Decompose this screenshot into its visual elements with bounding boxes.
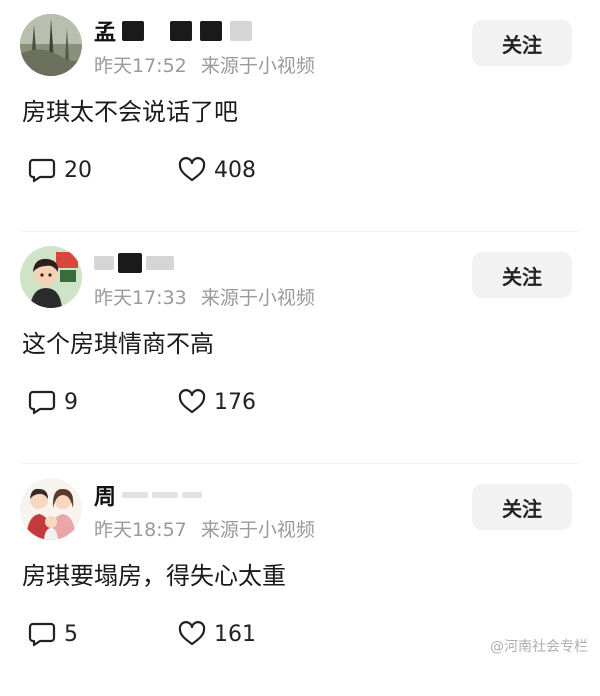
post-time: 昨天17:33 xyxy=(94,287,187,309)
user-name[interactable] xyxy=(94,248,174,278)
comment-action[interactable]: 5 xyxy=(28,620,178,648)
like-count: 176 xyxy=(214,389,256,415)
name-redaction xyxy=(170,21,193,41)
post-source: 来源于小视频 xyxy=(200,55,315,77)
name-redaction xyxy=(200,21,223,41)
comment-text: 这个房琪情商不高 xyxy=(22,330,214,358)
user-name-text: 孟 xyxy=(94,21,117,46)
follow-button[interactable]: 关注 xyxy=(472,252,572,298)
post-time: 昨天18:57 xyxy=(94,519,187,541)
name-redaction xyxy=(146,256,174,270)
comment-action[interactable]: 9 xyxy=(28,388,178,416)
name-redaction xyxy=(122,21,145,41)
comment-text: 房琪太不会说话了吧 xyxy=(22,98,238,126)
like-action[interactable]: 161 xyxy=(178,620,256,648)
watermark: @河南社会专栏 xyxy=(490,639,588,655)
name-redaction xyxy=(230,21,253,41)
comment-bubble-icon xyxy=(28,622,56,647)
like-action[interactable]: 176 xyxy=(178,388,256,416)
post-meta: 昨天17:33 来源于小视频 xyxy=(94,283,315,310)
comment-feed: 孟 昨天17:52 来源于小视频 关注 房琪太不会说话了吧 20 408 昨天1… xyxy=(0,0,600,696)
action-bar: 20 408 xyxy=(28,154,256,186)
comment-action[interactable]: 20 xyxy=(28,156,178,184)
heart-icon xyxy=(178,389,206,414)
user-avatar[interactable] xyxy=(20,14,82,76)
cartoon-boy-avatar-icon xyxy=(20,246,82,308)
comment-item: 孟 昨天17:52 来源于小视频 关注 房琪太不会说话了吧 20 408 xyxy=(0,0,600,232)
comment-bubble-icon xyxy=(28,158,56,183)
heart-icon xyxy=(178,621,206,646)
post-meta: 昨天18:57 来源于小视频 xyxy=(94,515,315,542)
action-bar: 5 161 xyxy=(28,618,256,650)
comment-item: 昨天17:33 来源于小视频 关注 这个房琪情商不高 9 176 xyxy=(0,232,600,464)
follow-button[interactable]: 关注 xyxy=(472,20,572,66)
post-source: 来源于小视频 xyxy=(200,519,315,541)
comment-count: 20 xyxy=(64,157,92,183)
name-redaction xyxy=(118,253,142,273)
like-action[interactable]: 408 xyxy=(178,156,256,184)
user-name[interactable]: 周 xyxy=(94,480,203,510)
follow-button[interactable]: 关注 xyxy=(472,484,572,530)
comment-count: 5 xyxy=(64,621,78,647)
user-name-text: 周 xyxy=(94,485,117,510)
family-cartoon-avatar-icon xyxy=(20,478,82,540)
name-redaction xyxy=(182,492,203,498)
comment-count: 9 xyxy=(64,389,78,415)
forest-avatar-icon xyxy=(20,14,82,76)
comment-item: 周 昨天18:57 来源于小视频 关注 房琪要塌房，得失心太重 5 161 xyxy=(0,464,600,696)
user-avatar[interactable] xyxy=(20,478,82,540)
name-redaction xyxy=(94,256,114,270)
name-redaction xyxy=(122,492,149,498)
comment-bubble-icon xyxy=(28,390,56,415)
post-source: 来源于小视频 xyxy=(200,287,315,309)
name-redaction xyxy=(152,492,179,498)
like-count: 408 xyxy=(214,157,256,183)
post-meta: 昨天17:52 来源于小视频 xyxy=(94,51,315,78)
comment-text: 房琪要塌房，得失心太重 xyxy=(22,562,286,590)
heart-icon xyxy=(178,157,206,182)
action-bar: 9 176 xyxy=(28,386,256,418)
like-count: 161 xyxy=(214,621,256,647)
user-avatar[interactable] xyxy=(20,246,82,308)
post-time: 昨天17:52 xyxy=(94,55,187,77)
user-name[interactable]: 孟 xyxy=(94,16,253,46)
